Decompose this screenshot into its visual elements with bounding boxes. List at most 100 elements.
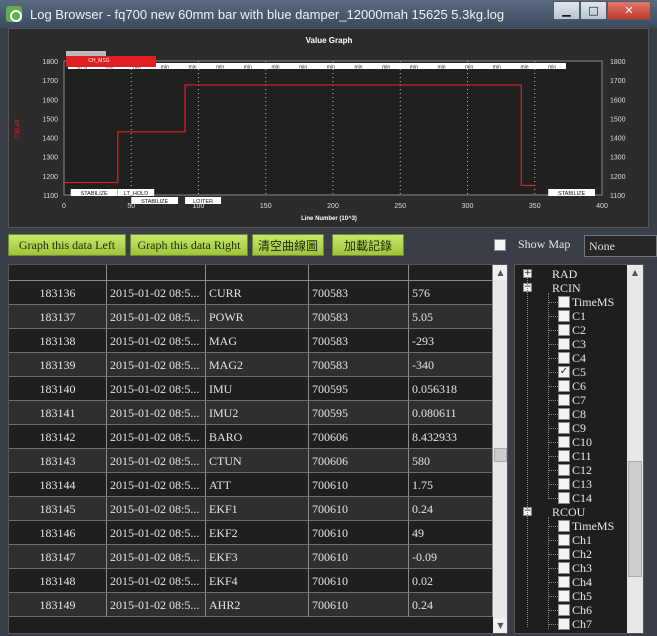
table-scrollbar[interactable]: ▲ ▼	[493, 265, 507, 633]
tree-checkbox[interactable]	[558, 352, 570, 364]
cell-value[interactable]: 0.080611	[409, 401, 493, 425]
cell-line[interactable]: 183149	[9, 593, 107, 617]
maximize-button[interactable]: □	[580, 1, 607, 20]
table-row[interactable]: 183140 2015-01-02 08:5... IMU 700595 0.05631…	[9, 377, 493, 401]
cell-value[interactable]: -0.09	[409, 545, 493, 569]
tree-field-label[interactable]: C4	[572, 351, 586, 366]
tree-checkbox[interactable]	[558, 576, 570, 588]
tree-field-label[interactable]: C1	[572, 309, 586, 324]
tree-checkbox[interactable]	[558, 548, 570, 560]
cell-time[interactable]: 2015-01-02 08:5...	[107, 281, 206, 305]
tree-checkbox[interactable]	[558, 450, 570, 462]
tree-checkbox[interactable]	[558, 422, 570, 434]
cell-time[interactable]: 2015-01-02 08:5...	[107, 377, 206, 401]
cell-time[interactable]: 2015-01-02 08:5...	[107, 521, 206, 545]
tree-field-label[interactable]: Ch5	[572, 589, 592, 604]
tree-field-label[interactable]: Ch4	[572, 575, 592, 590]
tree-scroll-up-arrow-icon[interactable]: ▲	[627, 265, 643, 280]
cell-time[interactable]: 2015-01-02 08:5...	[107, 497, 206, 521]
cell-type[interactable]: CTUN	[206, 449, 309, 473]
tree-checkbox[interactable]	[558, 296, 570, 308]
tree-field-label[interactable]: C5	[572, 365, 586, 380]
table-row[interactable]: 183141 2015-01-02 08:5... IMU2 700595 0.0806…	[9, 401, 493, 425]
cell-type[interactable]: EKF1	[206, 497, 309, 521]
cell-timems[interactable]: 700610	[309, 473, 409, 497]
cell-type[interactable]: MAG2	[206, 353, 309, 377]
cell-value[interactable]: 8.432933	[409, 425, 493, 449]
cell-type[interactable]: EKF4	[206, 569, 309, 593]
cell-value[interactable]: 580	[409, 449, 493, 473]
tree-node-label[interactable]: RCIN	[552, 281, 581, 296]
tree-field-label[interactable]: Ch1	[572, 533, 592, 548]
tree-field-label[interactable]: TimeMS	[572, 519, 614, 534]
cell-timems[interactable]: 700583	[309, 353, 409, 377]
map-select[interactable]: None	[584, 235, 657, 257]
cell-time[interactable]: 2015-01-02 08:5...	[107, 473, 206, 497]
cell-type[interactable]: EKF3	[206, 545, 309, 569]
column-header[interactable]	[409, 265, 493, 281]
tree-field-label[interactable]: Ch3	[572, 561, 592, 576]
cell-line[interactable]: 183136	[9, 281, 107, 305]
table-row[interactable]: 183145 2015-01-02 08:5... EKF1 700610 0.24	[9, 497, 493, 521]
cell-value[interactable]: 1.75	[409, 473, 493, 497]
cell-type[interactable]: ATT	[206, 473, 309, 497]
tree-field-label[interactable]: C7	[572, 393, 586, 408]
cell-timems[interactable]: 700606	[309, 425, 409, 449]
cell-type[interactable]: IMU2	[206, 401, 309, 425]
tree-checkbox[interactable]: ✓	[558, 366, 570, 378]
cell-time[interactable]: 2015-01-02 08:5...	[107, 569, 206, 593]
cell-value[interactable]: 576	[409, 281, 493, 305]
cell-line[interactable]: 183139	[9, 353, 107, 377]
table-row[interactable]: 183144 2015-01-02 08:5... ATT 700610 1.75	[9, 473, 493, 497]
table-row[interactable]: 183137 2015-01-02 08:5... POWR 700583 5.05	[9, 305, 493, 329]
cell-value[interactable]: 0.24	[409, 497, 493, 521]
table-row[interactable]: 183136 2015-01-02 08:5... CURR 700583 576	[9, 281, 493, 305]
tree-checkbox[interactable]	[558, 478, 570, 490]
cell-time[interactable]: 2015-01-02 08:5...	[107, 545, 206, 569]
scroll-up-arrow-icon[interactable]: ▲	[493, 265, 507, 280]
scroll-down-arrow-icon[interactable]: ▼	[493, 618, 507, 633]
cell-timems[interactable]: 700610	[309, 569, 409, 593]
tree-checkbox[interactable]	[558, 562, 570, 574]
tree-field-label[interactable]: C8	[572, 407, 586, 422]
clear-graph-button[interactable]: 清空曲線圖	[252, 234, 324, 256]
tree-field-label[interactable]: C10	[572, 435, 592, 450]
table-row[interactable]: 183148 2015-01-02 08:5... EKF4 700610 0.02	[9, 569, 493, 593]
cell-value[interactable]: 0.24	[409, 593, 493, 617]
cell-time[interactable]: 2015-01-02 08:5...	[107, 425, 206, 449]
cell-line[interactable]: 183148	[9, 569, 107, 593]
cell-line[interactable]: 183143	[9, 449, 107, 473]
column-header[interactable]	[309, 265, 409, 281]
tree-field-label[interactable]: C3	[572, 337, 586, 352]
cell-time[interactable]: 2015-01-02 08:5...	[107, 401, 206, 425]
minimize-button[interactable]: ▁	[553, 1, 580, 20]
cell-value[interactable]: 49	[409, 521, 493, 545]
tree-checkbox[interactable]	[558, 604, 570, 616]
tree-checkbox[interactable]	[558, 492, 570, 504]
cell-timems[interactable]: 700610	[309, 521, 409, 545]
tree-field-label[interactable]: C2	[572, 323, 586, 338]
cell-line[interactable]: 183145	[9, 497, 107, 521]
table-row[interactable]: 183146 2015-01-02 08:5... EKF2 700610 49	[9, 521, 493, 545]
cell-line[interactable]: 183140	[9, 377, 107, 401]
tree-field-label[interactable]: C9	[572, 421, 586, 436]
graph-left-button[interactable]: Graph this data Left	[8, 234, 126, 256]
cell-value[interactable]: 5.05	[409, 305, 493, 329]
cell-value[interactable]: -340	[409, 353, 493, 377]
tree-checkbox[interactable]	[558, 310, 570, 322]
cell-timems[interactable]: 700610	[309, 545, 409, 569]
cell-timems[interactable]: 700595	[309, 377, 409, 401]
cell-time[interactable]: 2015-01-02 08:5...	[107, 353, 206, 377]
tree-checkbox[interactable]	[558, 324, 570, 336]
cell-type[interactable]: POWR	[206, 305, 309, 329]
tree-checkbox[interactable]	[558, 590, 570, 602]
tree-field-label[interactable]: Ch2	[572, 547, 592, 562]
cell-time[interactable]: 2015-01-02 08:5...	[107, 329, 206, 353]
cell-type[interactable]: MAG	[206, 329, 309, 353]
cell-timems[interactable]: 700610	[309, 497, 409, 521]
cell-timems[interactable]: 700595	[309, 401, 409, 425]
tree-field-label[interactable]: C11	[572, 449, 592, 464]
scroll-thumb[interactable]	[494, 448, 507, 462]
cell-line[interactable]: 183144	[9, 473, 107, 497]
table-row[interactable]: 183149 2015-01-02 08:5... AHR2 700610 0.24	[9, 593, 493, 617]
